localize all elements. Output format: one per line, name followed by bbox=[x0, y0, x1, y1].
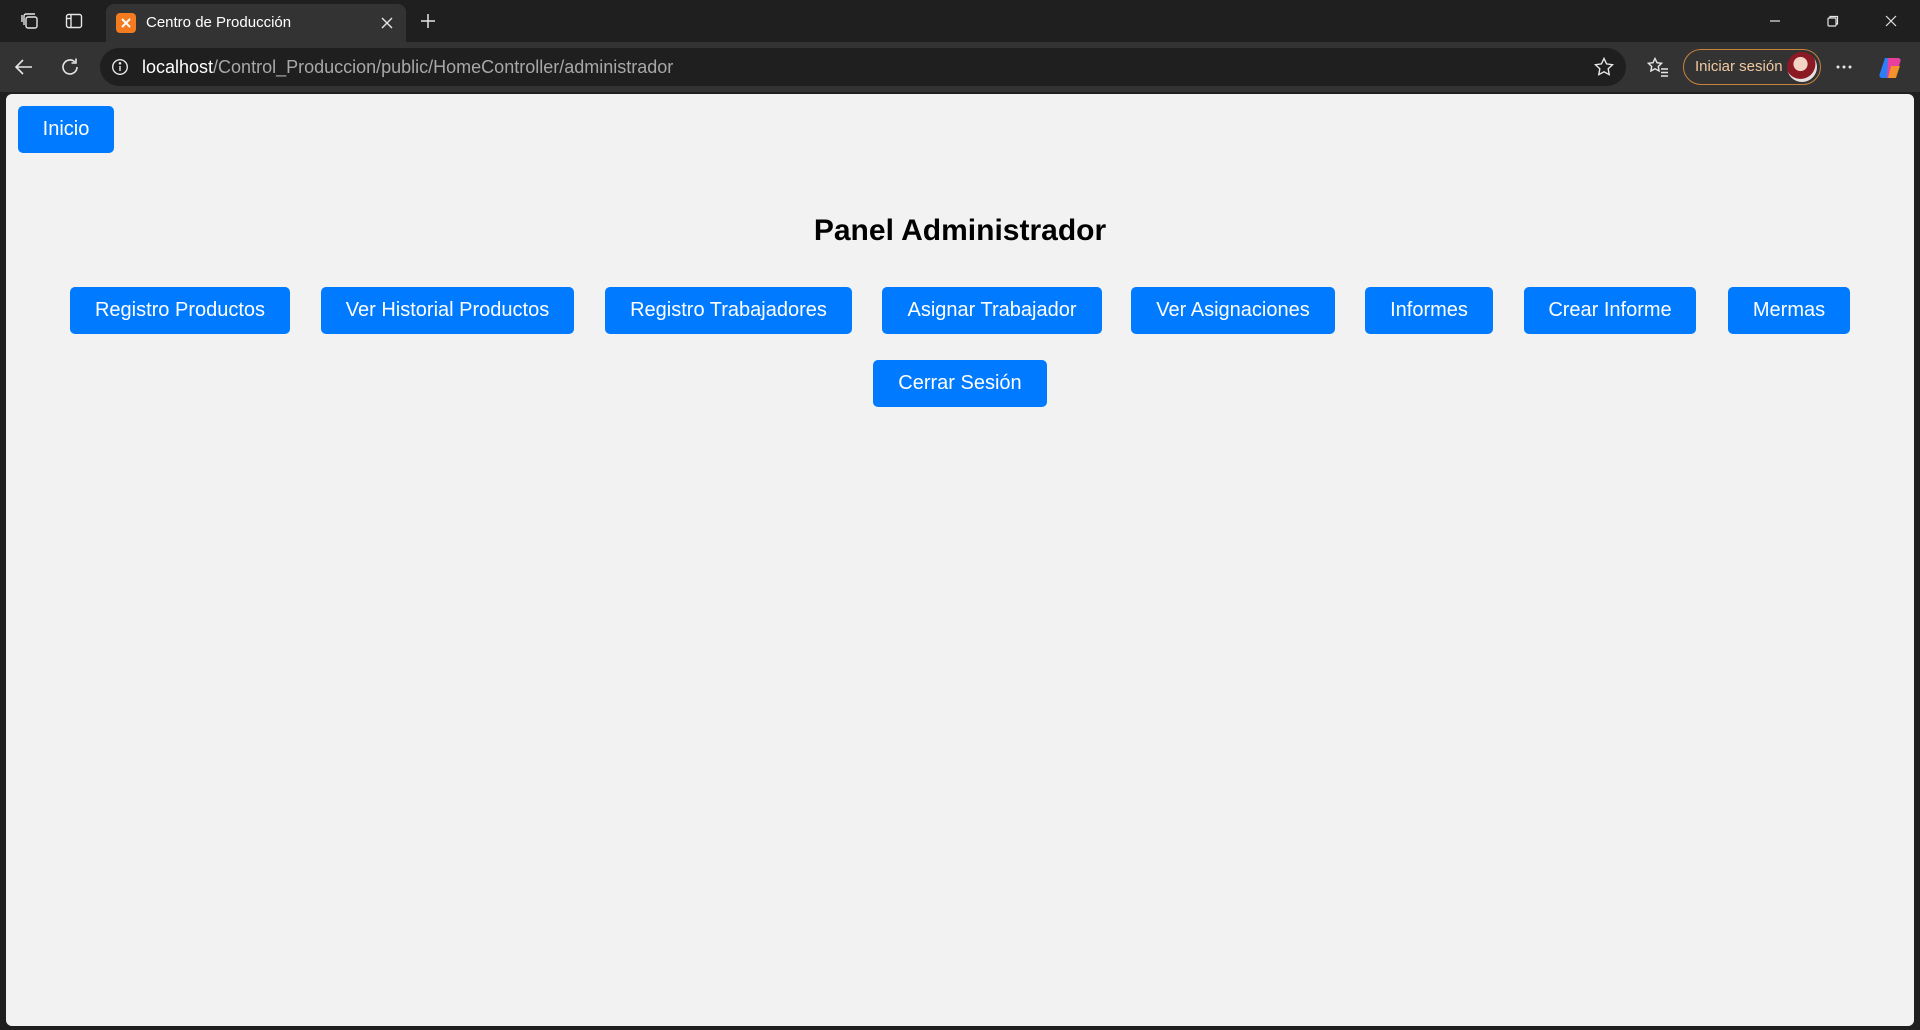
copilot-icon[interactable] bbox=[1876, 53, 1906, 83]
minimize-icon[interactable] bbox=[1746, 0, 1804, 42]
close-icon[interactable] bbox=[374, 10, 400, 36]
tab-title: Centro de Producción bbox=[146, 14, 292, 31]
back-icon[interactable] bbox=[6, 50, 42, 84]
url-path: /Control_Produccion/public/HomeControlle… bbox=[213, 57, 674, 77]
signin-button[interactable]: Iniciar sesión bbox=[1683, 49, 1821, 85]
asignar-trabajador-button[interactable]: Asignar Trabajador bbox=[882, 287, 1102, 334]
ver-asignaciones-button[interactable]: Ver Asignaciones bbox=[1131, 287, 1335, 334]
reload-icon[interactable] bbox=[52, 50, 88, 84]
workspaces-icon[interactable] bbox=[14, 6, 46, 36]
url-host: localhost bbox=[142, 57, 214, 77]
active-tab[interactable]: Centro de Producción bbox=[106, 4, 406, 42]
signin-label: Iniciar sesión bbox=[1695, 58, 1783, 75]
favorite-star-icon[interactable] bbox=[1592, 55, 1616, 79]
new-tab-icon[interactable] bbox=[412, 6, 444, 36]
logout-button[interactable]: Cerrar Sesión bbox=[873, 360, 1047, 407]
registro-productos-button[interactable]: Registro Productos bbox=[70, 287, 290, 334]
registro-trabajadores-button[interactable]: Registro Trabajadores bbox=[605, 287, 852, 334]
favorites-icon[interactable] bbox=[1640, 50, 1676, 84]
site-info-icon[interactable] bbox=[110, 57, 130, 77]
ver-historial-productos-button[interactable]: Ver Historial Productos bbox=[321, 287, 574, 334]
informes-button[interactable]: Informes bbox=[1365, 287, 1493, 334]
restore-icon[interactable] bbox=[1804, 0, 1862, 42]
page-viewport: Inicio Panel Administrador Registro Prod… bbox=[6, 94, 1914, 1026]
crear-informe-button[interactable]: Crear Informe bbox=[1524, 287, 1696, 334]
url-text[interactable]: localhost/Control_Produccion/public/Home… bbox=[142, 48, 673, 86]
window-close-icon[interactable] bbox=[1862, 0, 1920, 42]
browser-toolbar: localhost/Control_Produccion/public/Home… bbox=[0, 42, 1920, 92]
address-bar[interactable]: localhost/Control_Produccion/public/Home… bbox=[100, 48, 1626, 86]
xampp-favicon-icon bbox=[116, 13, 136, 33]
avatar bbox=[1787, 52, 1817, 82]
more-icon[interactable] bbox=[1826, 50, 1862, 84]
page-title: Panel Administrador bbox=[813, 214, 1107, 247]
vertical-tabs-icon[interactable] bbox=[58, 6, 90, 36]
home-button[interactable]: Inicio bbox=[18, 106, 114, 153]
browser-tab-strip: Centro de Producción bbox=[0, 0, 1920, 42]
mermas-button[interactable]: Mermas bbox=[1728, 287, 1850, 334]
